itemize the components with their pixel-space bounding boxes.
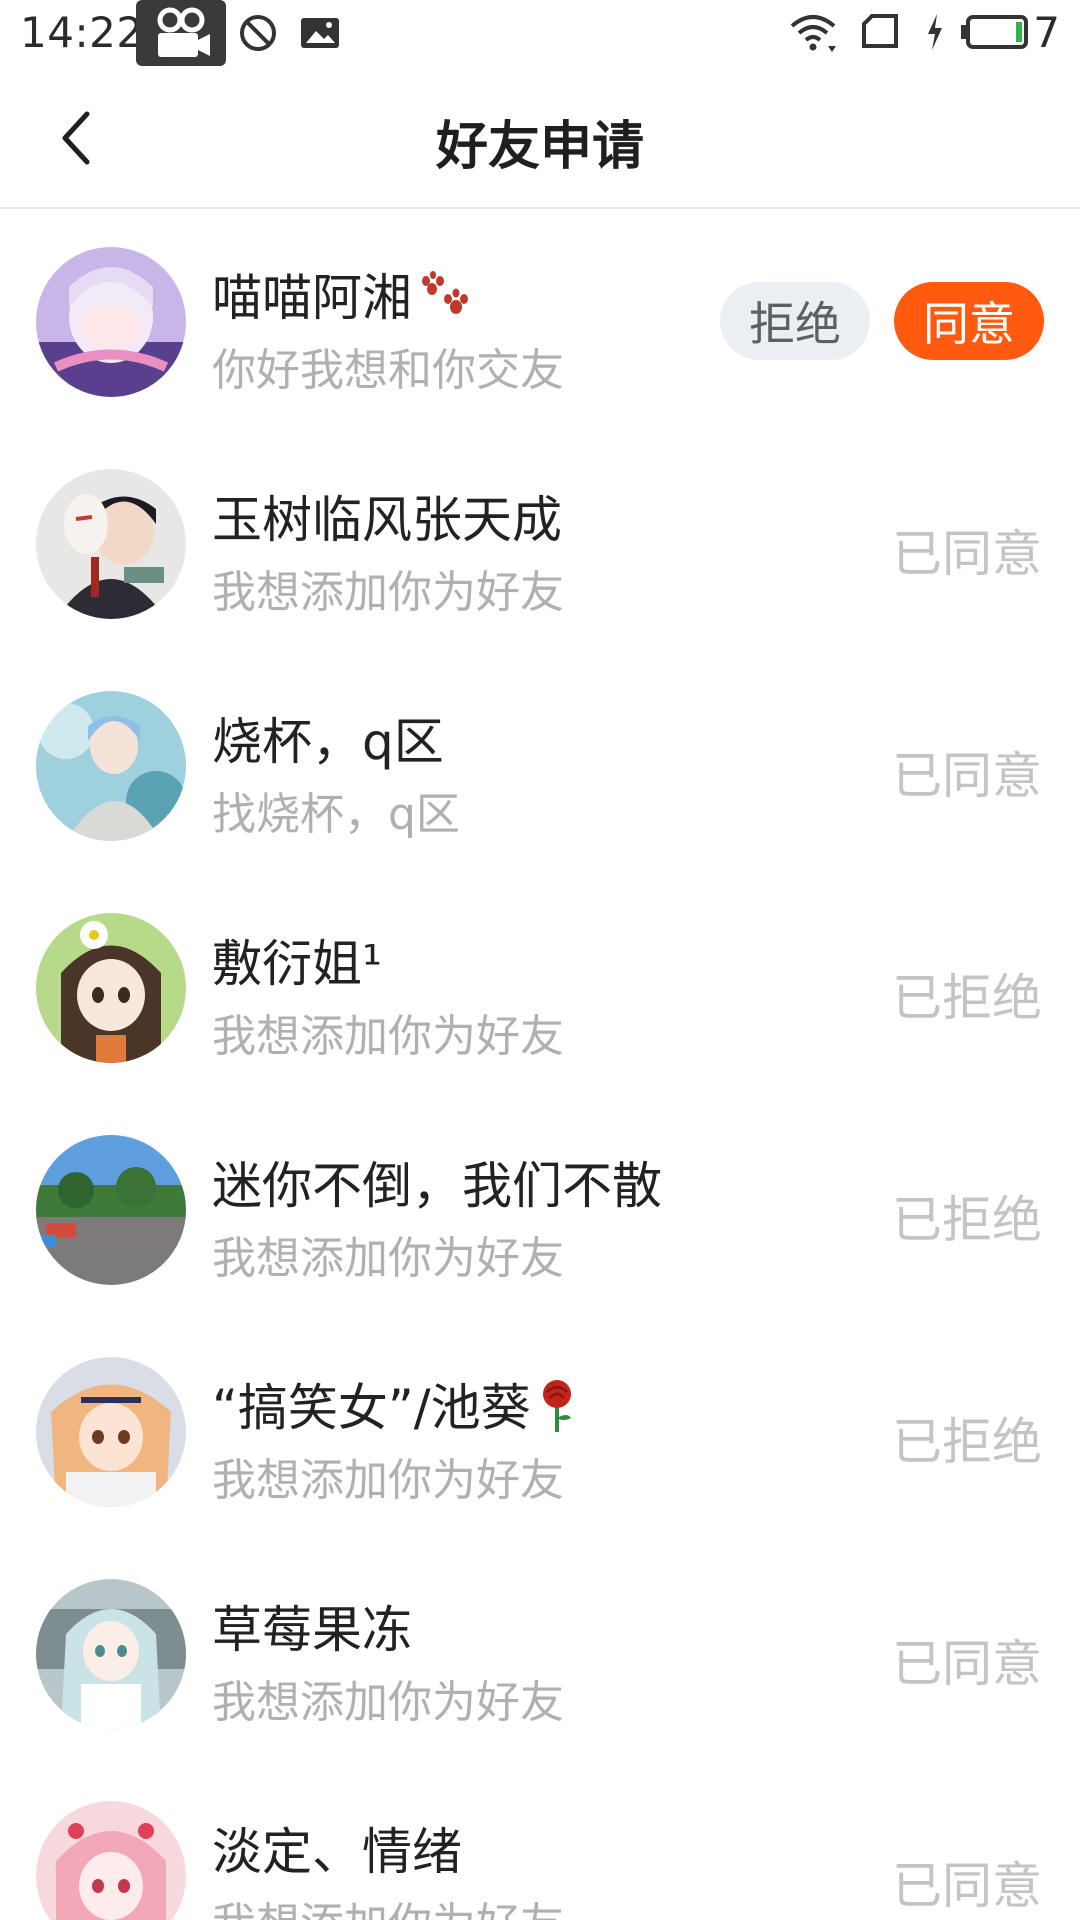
- screen: 14:22 7 好友申请 喵喵阿湘 你好我想和你交友 拒绝 同意 玉树临风张天成…: [0, 0, 1080, 1920]
- friend-request-row[interactable]: “搞笑女”/池葵 我想添加你为好友 已拒绝: [0, 1320, 1080, 1542]
- friend-request-row[interactable]: 草莓果冻 我想添加你为好友 已同意: [0, 1542, 1080, 1764]
- accept-button[interactable]: 同意: [894, 282, 1044, 360]
- request-message: 我想添加你为好友: [212, 1233, 564, 1284]
- nickname: 喵喵阿湘: [212, 258, 474, 333]
- battery-level: 7: [1033, 8, 1060, 57]
- avatar[interactable]: [36, 247, 186, 397]
- request-status: 已同意: [892, 747, 1042, 805]
- avatar[interactable]: [36, 1135, 186, 1285]
- request-message: 我想添加你为好友: [212, 1455, 564, 1506]
- rose-icon: [537, 1378, 577, 1446]
- friend-request-row[interactable]: 烧杯，q区 找烧杯，q区 已同意: [0, 654, 1080, 876]
- paw-prints-icon: [418, 270, 474, 333]
- image-icon: [298, 13, 342, 57]
- friend-request-row[interactable]: 喵喵阿湘 你好我想和你交友 拒绝 同意: [0, 210, 1080, 432]
- avatar[interactable]: [36, 1357, 186, 1507]
- friend-request-row[interactable]: 淡定、情绪 我想添加你为好友 已同意: [0, 1764, 1080, 1920]
- sim-card-icon: [858, 10, 902, 58]
- request-status: 已同意: [892, 525, 1042, 583]
- avatar[interactable]: [36, 691, 186, 841]
- friend-request-list: 喵喵阿湘 你好我想和你交友 拒绝 同意 玉树临风张天成 我想添加你为好友 已同意…: [0, 210, 1080, 1920]
- request-status: 已拒绝: [892, 1413, 1042, 1471]
- nickname: “搞笑女”/池葵: [212, 1368, 577, 1446]
- request-status: 已拒绝: [892, 1191, 1042, 1249]
- request-message: 我想添加你为好友: [212, 1888, 564, 1920]
- request-status: 已同意: [892, 1635, 1042, 1693]
- request-message: 我想添加你为好友: [212, 567, 564, 618]
- request-message: 找烧杯，q区: [212, 789, 460, 840]
- status-bar: 14:22 7: [0, 0, 1080, 66]
- nickname: 草莓果冻: [212, 1601, 412, 1659]
- request-status: 已拒绝: [892, 969, 1042, 1027]
- nickname: 玉树临风张天成: [212, 491, 562, 549]
- avatar[interactable]: [36, 469, 186, 619]
- friend-request-row[interactable]: 玉树临风张天成 我想添加你为好友 已同意: [0, 432, 1080, 654]
- request-message: 我想添加你为好友: [212, 1011, 564, 1062]
- avatar[interactable]: [36, 913, 186, 1063]
- wifi-icon: [788, 10, 838, 60]
- do-not-disturb-icon: [238, 13, 278, 57]
- nickname: 烧杯，q区: [212, 713, 444, 771]
- video-camera-icon: [136, 0, 226, 66]
- reject-button[interactable]: 拒绝: [720, 282, 870, 360]
- page-title: 好友申请: [435, 117, 644, 177]
- avatar[interactable]: [36, 1579, 186, 1729]
- request-message: 你好我想和你交友: [212, 345, 564, 396]
- nickname: 敷衍姐¹: [212, 935, 383, 993]
- battery-icon: [958, 10, 1030, 58]
- charging-icon: [924, 10, 946, 58]
- nickname: 迷你不倒，我们不散: [212, 1157, 662, 1215]
- request-status: 已同意: [892, 1857, 1042, 1915]
- friend-request-row[interactable]: 迷你不倒，我们不散 我想添加你为好友 已拒绝: [0, 1098, 1080, 1320]
- friend-request-row[interactable]: 敷衍姐¹ 我想添加你为好友 已拒绝: [0, 876, 1080, 1098]
- status-time: 14:22: [20, 8, 144, 57]
- request-message: 我想添加你为好友: [212, 1677, 564, 1728]
- avatar[interactable]: [36, 1801, 186, 1920]
- nickname: 淡定、情绪: [212, 1823, 462, 1881]
- header: 好友申请: [0, 66, 1080, 209]
